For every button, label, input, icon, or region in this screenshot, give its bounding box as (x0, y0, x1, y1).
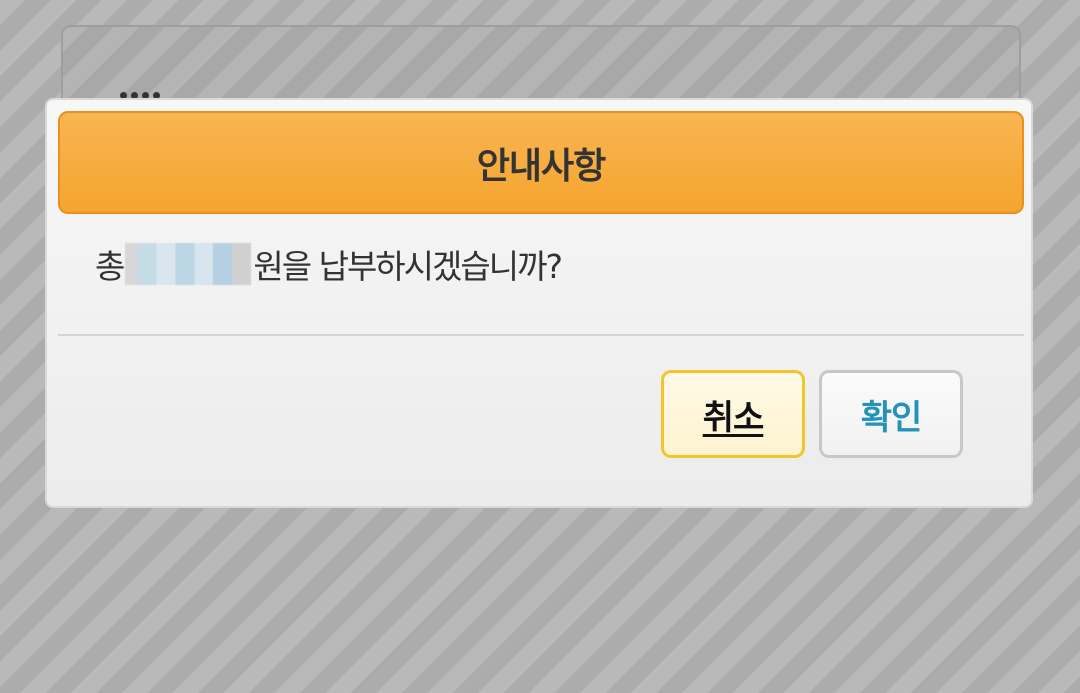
dialog-header: 안내사항 (58, 111, 1024, 214)
masked-amount (125, 243, 252, 285)
confirm-button[interactable]: 확인 (819, 370, 963, 458)
dialog-divider (58, 334, 1024, 336)
message-prefix: 총 (95, 247, 125, 286)
dialog-message: 총 원을 납부하시겠습니까? (95, 240, 563, 288)
payment-confirm-dialog: 안내사항 총 원을 납부하시겠습니까? 취소 확인 (45, 98, 1033, 508)
message-suffix: 원을 납부하시겠습니까? (253, 247, 563, 286)
cancel-button[interactable]: 취소 (661, 370, 805, 458)
dialog-title: 안내사항 (476, 145, 606, 187)
